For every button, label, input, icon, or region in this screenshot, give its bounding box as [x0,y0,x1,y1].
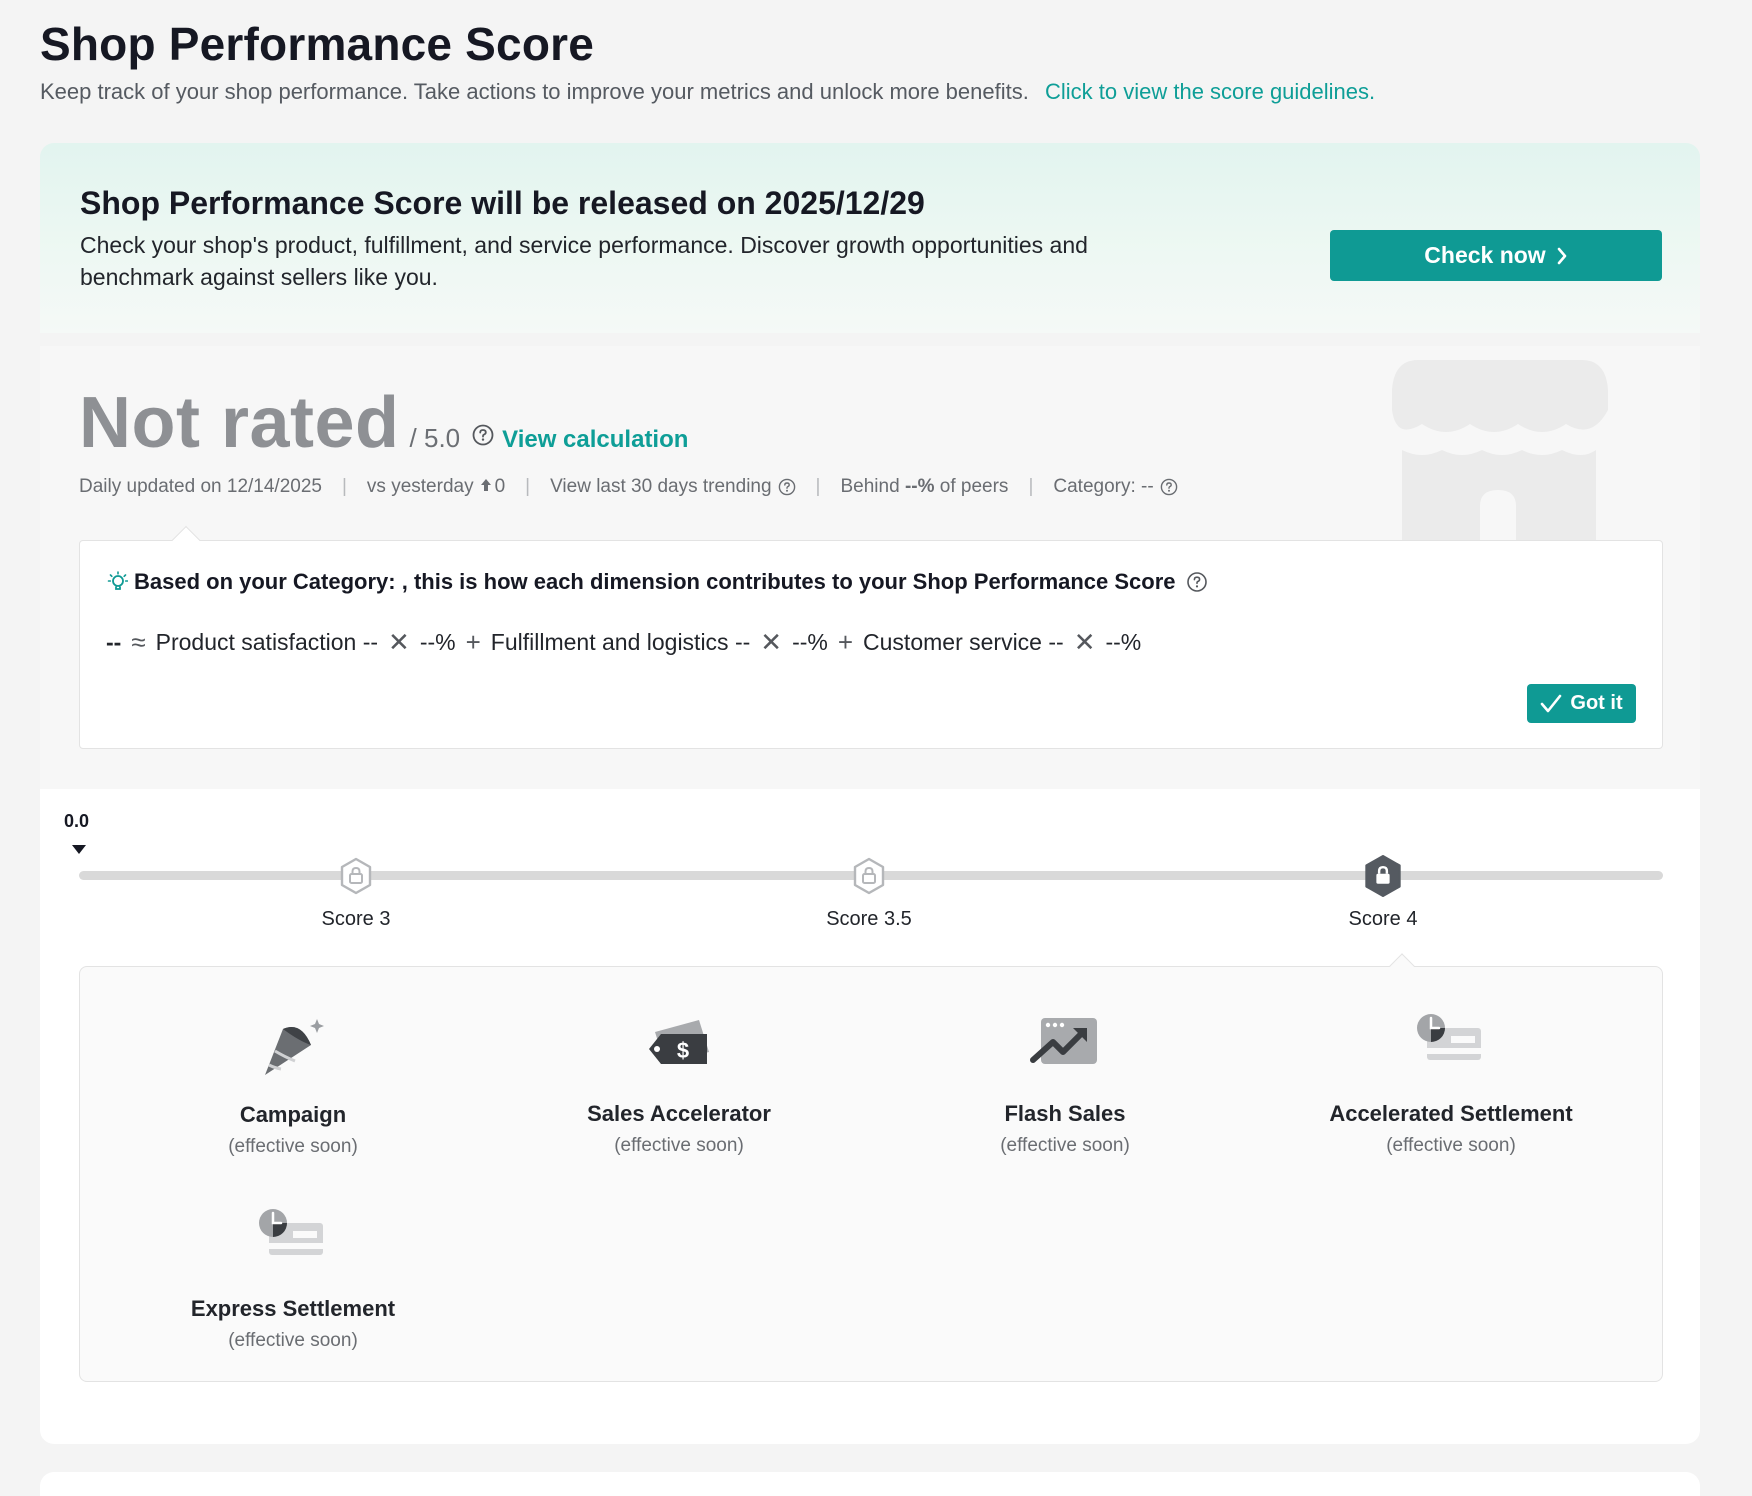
behind-suffix: of peers [939,476,1009,497]
milestone-label: Score 3.5 [826,908,912,930]
vs-yesterday-label: vs yesterday [366,476,474,497]
milestone-label: Score 3 [321,908,391,930]
fulfillment-weight: --% [792,629,828,655]
check-now-label: Check now [1424,242,1546,268]
score-guidelines-link[interactable]: Click to view the score guidelines. [1045,79,1375,104]
product-satisfaction-term: Product satisfaction -- [155,629,379,655]
view-calculation-link[interactable]: View calculation [502,426,688,454]
contribution-title-text: Based on your Category: , this is how ea… [134,569,1176,594]
current-score-pointer [72,845,86,854]
times-symbol: ✕ [1073,627,1096,657]
banner-title: Shop Performance Score will be released … [80,185,925,221]
plus-symbol: + [837,627,854,657]
benefit-name: Sales Accelerator [587,1101,771,1126]
lock-icon [853,857,885,895]
milestone-score-3[interactable]: Score 3 [276,857,436,931]
benefit-accelerated-settlement: Accelerated Settlement (effective soon) [1301,1010,1601,1157]
benefits-box: Campaign (effective soon) $ Sales Accele… [79,953,1663,1382]
help-circle-icon[interactable] [1160,478,1178,496]
lock-icon [1365,855,1401,897]
benefit-status: (effective soon) [228,1330,358,1351]
card-clock-icon [259,1209,323,1255]
next-section-card [40,1472,1700,1496]
customer-service-term: Customer service -- [863,629,1064,655]
fulfillment-term: Fulfillment and logistics -- [490,629,751,655]
score-row: Not rated / 5.0 View calculation [79,382,688,464]
got-it-button[interactable]: Got it [1527,684,1636,723]
page-description: Keep track of your shop performance. Tak… [40,76,1700,108]
current-score-marker-label: 0.0 [64,811,90,831]
page-title: Shop Performance Score [40,18,595,70]
behind-prefix: Behind [840,476,900,497]
peers-comparison: Behind --% of peers [840,476,1008,498]
milestone-label: Score 4 [1348,908,1418,930]
shop-score-value: Not rated [79,383,400,463]
card-clock-icon [1417,1014,1481,1060]
checkmark-icon [1541,694,1562,712]
benefit-name: Accelerated Settlement [1329,1101,1573,1126]
popover-caret [171,525,201,555]
times-symbol: ✕ [760,627,783,657]
divider: | [525,476,531,497]
trending-chart-icon [1030,1018,1097,1064]
lightbulb-icon [107,571,128,590]
benefit-name: Express Settlement [190,1296,396,1321]
storefront-icon [1392,360,1608,542]
product-satisfaction-weight: --% [419,629,456,655]
lock-icon [340,857,372,895]
benefit-status: (effective soon) [228,1136,358,1157]
score-max: / 5.0 [409,423,461,453]
divider: | [341,476,347,497]
vs-yesterday: vs yesterday 0 [367,476,505,498]
score-contribution-popover: Based on your Category: , this is how ea… [79,525,1663,749]
benefit-sales-accelerator: $ Sales Accelerator (effective soon) [529,1010,829,1157]
times-symbol: ✕ [388,627,410,657]
help-circle-icon[interactable] [1186,571,1208,593]
plus-symbol: + [465,627,481,657]
benefits-panel: 0.0 Score 3 Score 3.5 Score 4 Campaign (… [40,789,1700,1444]
help-circle-icon[interactable] [472,424,494,446]
got-it-label: Got it [1570,692,1623,714]
page-header: Shop Performance Score Keep track of you… [40,14,1700,108]
benefit-name: Campaign [239,1102,347,1127]
check-now-button[interactable]: Check now [1330,230,1662,281]
help-circle-icon[interactable] [778,478,796,496]
benefits-box-caret [1389,953,1415,979]
divider: | [815,476,821,497]
arrow-up-icon [480,479,491,491]
milestone-score-4[interactable]: Score 4 [1303,855,1463,931]
party-popper-icon [265,1019,324,1075]
page-description-text: Keep track of your shop performance. Tak… [40,79,1029,104]
rating-panel: Not rated / 5.0 View calculation Daily u… [40,346,1700,789]
benefit-status: (effective soon) [1386,1135,1516,1156]
price-tag-icon: $ [649,1020,709,1064]
benefit-flash-sales: Flash Sales (effective soon) [915,1010,1215,1157]
trending-label: View last 30 days trending [550,476,772,497]
trending-link[interactable]: View last 30 days trending [550,476,795,498]
banner-description: Check your shop's product, fulfillment, … [80,232,1088,290]
behind-value: --% [904,476,935,497]
category-label: Category: -- [1053,476,1154,497]
customer-service-weight: --% [1105,629,1142,655]
release-banner: Shop Performance Score will be released … [40,143,1700,333]
benefit-campaign: Campaign (effective soon) [143,1011,443,1158]
formula-result: -- [106,629,122,655]
divider: | [1028,476,1034,497]
score-meta-row: Daily updated on 12/14/2025 | vs yesterd… [79,476,1178,498]
approx-symbol: ≈ [131,627,146,657]
milestone-score-3-5[interactable]: Score 3.5 [789,857,949,931]
daily-updated: Daily updated on 12/14/2025 [79,476,322,497]
contribution-title: Based on your Category: , this is how ea… [106,569,1208,595]
benefit-status: (effective soon) [1000,1135,1130,1156]
svg-text:$: $ [677,1038,689,1063]
vs-yesterday-value: 0 [494,476,506,497]
benefit-name: Flash Sales [1004,1101,1126,1126]
contribution-formula: -- ≈ Product satisfaction -- ✕ --% + Ful… [106,627,1141,658]
benefit-status: (effective soon) [614,1135,744,1156]
chevron-right-icon [1557,247,1567,264]
benefit-express-settlement: Express Settlement (effective soon) [143,1205,443,1352]
